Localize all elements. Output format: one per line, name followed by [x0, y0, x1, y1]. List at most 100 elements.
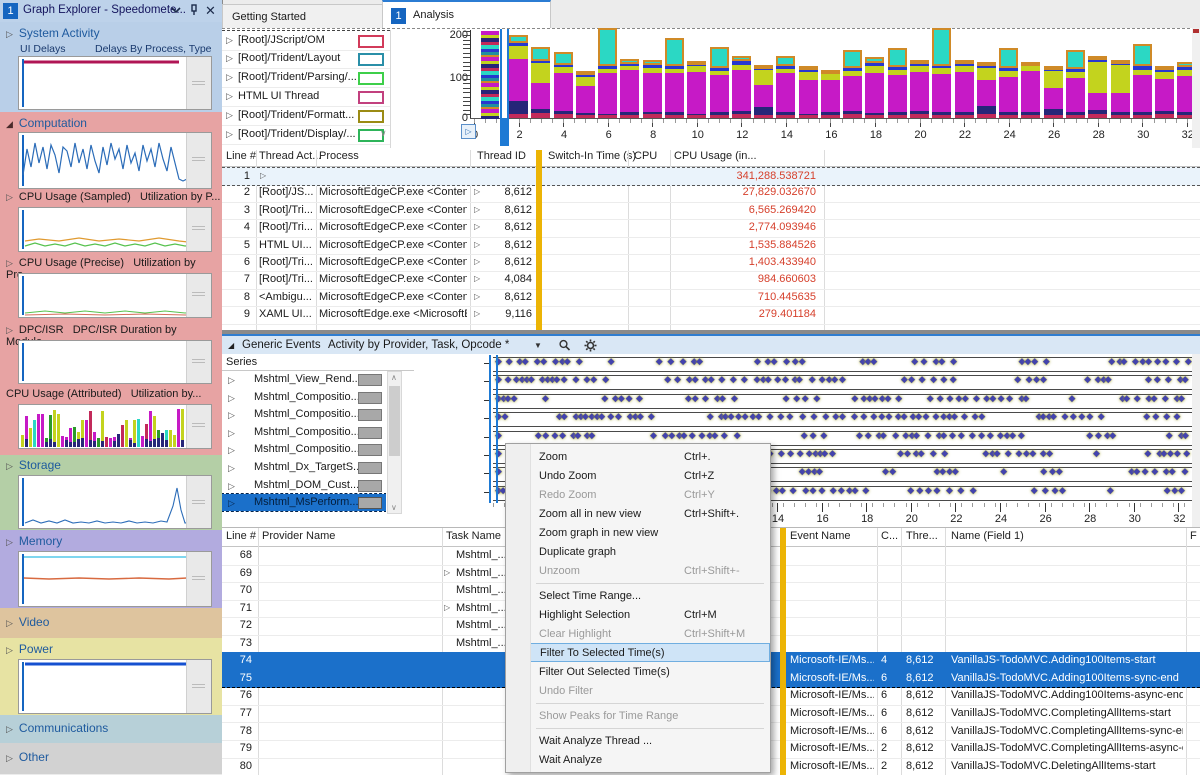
scroll-up-icon[interactable]: ∧	[391, 373, 397, 382]
col-event-name[interactable]: Event Name	[790, 530, 851, 542]
legend-row[interactable]: ▷[Root]/JScript/OM	[222, 30, 390, 51]
dpc-isr-thumbnail[interactable]	[18, 340, 212, 384]
events-scrollbar[interactable]	[1192, 354, 1200, 527]
expander-icon[interactable]: ◢	[6, 119, 13, 129]
col-count[interactable]: C...	[881, 530, 898, 542]
scroll-down-icon[interactable]: ∨	[391, 503, 397, 512]
table-row[interactable]: 8<Ambigu...MicrosoftEdgeCP.exe <Content.…	[222, 289, 1200, 307]
expander-icon[interactable]: ▷	[6, 258, 13, 268]
selection-line-left[interactable]	[500, 29, 502, 119]
selection-line-left[interactable]	[489, 355, 491, 503]
expander-icon[interactable]: ▷	[6, 645, 13, 655]
col-thread-id[interactable]: Thread ID	[477, 150, 526, 162]
col-line[interactable]: Line #	[226, 530, 256, 542]
cpu-sampled-thumbnail[interactable]	[18, 207, 212, 252]
scrollbar-thumb[interactable]	[389, 386, 400, 456]
menu-item-filter-out-selected-times[interactable]: Filter Out Selected Time(s)	[506, 662, 770, 681]
expander-icon[interactable]: ▷	[444, 603, 450, 612]
search-icon[interactable]	[558, 339, 571, 355]
expander-icon[interactable]: ▷	[228, 375, 235, 386]
graph-explorer-titlebar[interactable]: 1 Graph Explorer - Speedomete... ✕	[0, 0, 222, 22]
section-header-memory[interactable]: ▷Memory	[6, 534, 62, 548]
expander-icon[interactable]: ▷	[228, 393, 235, 404]
expander-icon[interactable]: ▷	[260, 171, 266, 180]
table-row[interactable]: 3[Root]/Tri...MicrosoftEdgeCP.exe <Conte…	[222, 202, 1200, 220]
gear-icon[interactable]	[584, 339, 597, 355]
close-icon[interactable]: ✕	[205, 3, 216, 19]
col-name-field1[interactable]: Name (Field 1)	[951, 530, 1024, 542]
menu-item-wait-analyze[interactable]: Wait Analyze	[506, 750, 770, 769]
expander-icon[interactable]: ▷	[6, 724, 13, 734]
tab-analysis[interactable]: 1 Analysis	[382, 0, 551, 30]
col-process[interactable]: Process	[319, 150, 359, 162]
series-row[interactable]: ▷Mshtml_Compositio...	[222, 441, 386, 458]
expander-icon[interactable]: ▷	[474, 222, 480, 231]
expander-icon[interactable]: ▷	[474, 274, 480, 283]
expander-icon[interactable]: ▷	[444, 568, 450, 577]
expander-icon[interactable]: ▷	[228, 445, 235, 456]
preset-dropdown-icon[interactable]: ▼	[534, 341, 542, 350]
computation-thumbnail[interactable]	[18, 132, 212, 189]
expander-icon[interactable]: ▷	[474, 205, 480, 214]
pin-icon[interactable]	[188, 4, 200, 19]
chart-scrollbar[interactable]	[1192, 28, 1200, 148]
menu-item-select-time-range[interactable]: Select Time Range...	[506, 586, 770, 605]
expander-icon[interactable]: ▷	[6, 753, 13, 763]
expander-icon[interactable]: ▷	[6, 618, 13, 628]
expander-icon[interactable]: ▷	[6, 461, 13, 471]
table-row[interactable]: 9XAML UI...MicrosoftEdge.exe <MicrosoftE…	[222, 306, 1200, 324]
selection-handle[interactable]	[500, 118, 509, 146]
expander-icon[interactable]: ▷	[474, 187, 480, 196]
expander-icon[interactable]: ▷	[226, 91, 233, 102]
menu-item-zoom[interactable]: ZoomCtrl+.	[506, 447, 770, 466]
expander-icon[interactable]: ▷	[226, 72, 233, 83]
col-switch-in-time[interactable]: Switch-In Time (s)	[548, 150, 636, 162]
legend-row[interactable]: ▷[Root]/Trident/Display/...	[222, 125, 390, 145]
series-row[interactable]: ▷Mshtml_Compositio...	[222, 389, 386, 406]
expander-icon[interactable]: ▷	[228, 428, 235, 439]
expander-icon[interactable]: ▷	[474, 240, 480, 249]
expander-icon[interactable]: ▷	[228, 410, 235, 421]
expander-icon[interactable]: ▷	[226, 110, 233, 121]
cpu-precise-thumbnail[interactable]	[18, 273, 212, 318]
menu-item-zoom-all-new-view[interactable]: Zoom all in new viewCtrl+Shift+.	[506, 504, 770, 523]
col-f[interactable]: F	[1190, 530, 1197, 542]
expander-icon[interactable]: ▷	[6, 29, 13, 39]
expander-icon[interactable]: ▷	[474, 292, 480, 301]
scroll-down-icon[interactable]: ∨	[380, 128, 387, 139]
chevron-down-icon[interactable]	[170, 4, 182, 19]
table-row[interactable]: 2[Root]/JS...MicrosoftEdgeCP.exe <Conten…	[222, 184, 1200, 202]
col-cpu[interactable]: CPU	[634, 150, 657, 162]
storage-thumbnail[interactable]	[18, 475, 212, 529]
cpu-attributed-thumbnail[interactable]	[18, 404, 212, 449]
legend-row[interactable]: ▷[Root]/Trident/Layout	[222, 49, 390, 69]
table-row[interactable]: 5HTML UI...MicrosoftEdgeCP.exe <Content.…	[222, 237, 1200, 255]
graph-cpu-attributed[interactable]: CPU Usage (Attributed) Utilization by...	[6, 388, 201, 400]
legend-row[interactable]: ▷<Ambiguous>, ? [Root]	[222, 144, 390, 148]
series-scrollbar[interactable]: ∧ ∨	[387, 371, 402, 514]
preset-selector[interactable]: Activity by Provider, Task, Opcode *	[328, 339, 509, 351]
tab-getting-started[interactable]: Getting Started	[222, 4, 391, 29]
expander-icon[interactable]: ▷	[228, 463, 235, 474]
legend-row[interactable]: ▷[Root]/Trident/Parsing/...	[222, 68, 390, 88]
expander-icon[interactable]: ▷	[228, 498, 235, 509]
series-row[interactable]: ▷Mshtml_Dx_TargetS...	[222, 459, 386, 476]
expander-icon[interactable]: ▷	[226, 129, 233, 140]
expander-icon[interactable]: ▷	[474, 309, 480, 318]
menu-item-undo-zoom[interactable]: Undo ZoomCtrl+Z	[506, 466, 770, 485]
selection-line-right[interactable]	[507, 29, 509, 119]
expander-icon[interactable]: ▷	[226, 53, 233, 64]
collapse-panel-icon[interactable]: ◢	[228, 341, 234, 350]
power-thumbnail[interactable]	[18, 659, 212, 714]
expander-icon[interactable]: ▷	[6, 192, 13, 202]
menu-item-highlight-selection[interactable]: Highlight SelectionCtrl+M	[506, 605, 770, 624]
col-cpu-usage[interactable]: CPU Usage (in...	[674, 150, 757, 162]
col-thread-activity[interactable]: Thread Act...	[259, 150, 321, 162]
menu-item-filter-to-selected-times[interactable]: Filter To Selected Time(s)	[506, 643, 770, 662]
menu-item-zoom-graph-new-view[interactable]: Zoom graph in new view	[506, 523, 770, 542]
ui-delays-thumbnail[interactable]	[18, 56, 212, 110]
col-task-name[interactable]: Task Name	[446, 530, 501, 542]
legend-row[interactable]: ▷HTML UI Thread	[222, 87, 390, 107]
table-row[interactable]: 6[Root]/Tri...MicrosoftEdgeCP.exe <Conte…	[222, 254, 1200, 272]
compressed-bar-stack[interactable]	[481, 31, 499, 119]
